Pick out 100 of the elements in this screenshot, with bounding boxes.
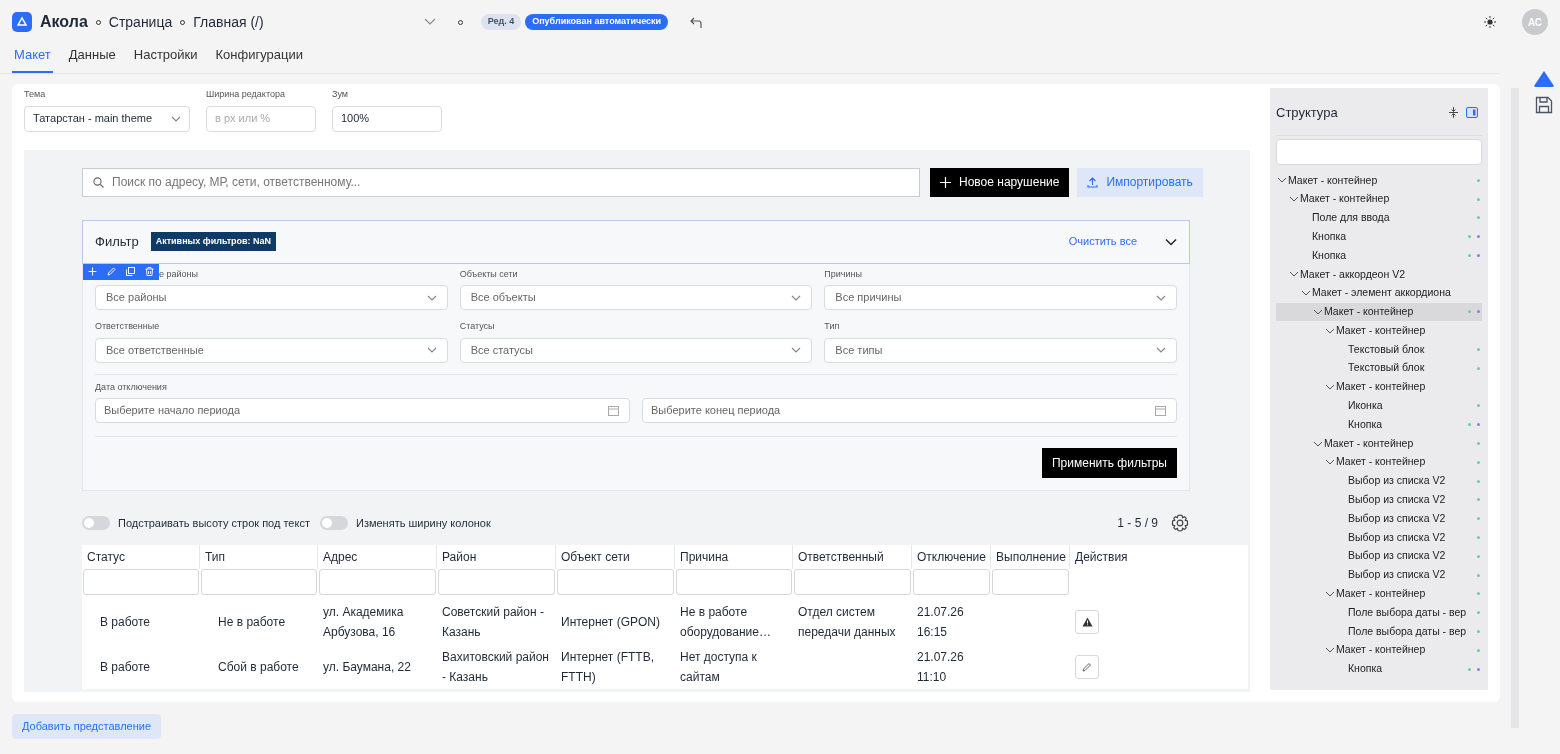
sun-icon[interactable]: [1484, 16, 1496, 28]
tree-item[interactable]: Макет - контейнер: [1276, 171, 1482, 190]
calendar-icon: [608, 405, 619, 416]
settings-icon[interactable]: [1170, 513, 1190, 533]
column-filter-field[interactable]: [438, 569, 555, 595]
tree-item[interactable]: Кнопка: [1276, 415, 1482, 435]
import-button[interactable]: Импортировать: [1077, 167, 1203, 197]
chevron-down-icon[interactable]: [1324, 589, 1336, 598]
chevron-down-icon[interactable]: [1288, 270, 1300, 279]
chevron-down-icon[interactable]: [1312, 307, 1324, 316]
chevron-down-icon[interactable]: [1276, 176, 1288, 185]
column-header[interactable]: Адрес: [318, 545, 437, 569]
action-button[interactable]: [1075, 609, 1099, 634]
chevron-down-icon[interactable]: [1288, 195, 1300, 204]
tree-item[interactable]: Текстовый блок: [1276, 340, 1482, 359]
tree-item[interactable]: Кнопка: [1276, 227, 1482, 247]
collapse-icon[interactable]: [1449, 107, 1458, 118]
tree-item[interactable]: Иконка: [1276, 396, 1482, 416]
toggle-switch[interactable]: [82, 516, 110, 530]
apply-button[interactable]: Применить фильтры: [1041, 448, 1177, 478]
column-header[interactable]: Ответственный: [793, 545, 912, 569]
plus-icon[interactable]: [88, 267, 97, 276]
tree-item[interactable]: Макет - контейнер: [1276, 321, 1482, 341]
search-field[interactable]: Поиск по адресу, МР, сети, ответственному...: [82, 167, 920, 197]
new-button[interactable]: Новое нарушение: [930, 167, 1070, 197]
logo-icon[interactable]: [12, 12, 32, 32]
breadcrumb-item[interactable]: Страница: [108, 11, 173, 33]
chevron-down-icon: [426, 294, 437, 301]
column-filter-field[interactable]: [794, 569, 911, 595]
column-filter-field[interactable]: [992, 569, 1069, 595]
chevron-down-icon[interactable]: [1324, 646, 1336, 655]
select-field[interactable]: Все объекты: [459, 285, 813, 310]
search-field[interactable]: [1276, 139, 1482, 165]
column-header[interactable]: Объект сети: [556, 545, 675, 569]
chevron-down-icon[interactable]: [1324, 383, 1336, 392]
clear-all-link[interactable]: Очистить все: [1062, 232, 1143, 251]
tree-item[interactable]: Макет - элемент аккордиона: [1276, 283, 1482, 303]
text-field[interactable]: 100%: [332, 105, 442, 132]
tree-item[interactable]: Кнопка: [1276, 246, 1482, 265]
tree-item[interactable]: Выбор из списка V2: [1276, 565, 1482, 585]
tree-item[interactable]: Выбор из списка V2: [1276, 546, 1482, 566]
tree-item[interactable]: Поле для ввода: [1276, 208, 1482, 228]
chevron-down-icon[interactable]: [1324, 458, 1336, 467]
tab[interactable]: Конфигурации: [213, 39, 305, 73]
tree-item[interactable]: Выбор из списка V2: [1276, 471, 1482, 491]
panel-icon[interactable]: [1466, 107, 1478, 118]
column-header[interactable]: Район: [437, 545, 556, 569]
date-field[interactable]: Выберите начало периода: [95, 398, 630, 423]
table-cell: В работе: [100, 614, 150, 629]
date-field[interactable]: Выберите конец периода: [642, 398, 1177, 423]
field-label: е районы: [159, 267, 199, 281]
column-filter-field[interactable]: [557, 569, 674, 595]
tree-item[interactable]: Текстовый блок: [1276, 358, 1482, 378]
column-header[interactable]: Выполнение: [991, 545, 1070, 569]
chevron-down-icon[interactable]: [1312, 439, 1324, 448]
tree-item[interactable]: Макет - контейнер: [1276, 377, 1482, 397]
tree-item[interactable]: Макет - контейнер: [1276, 189, 1482, 209]
column-filter-field[interactable]: [201, 569, 317, 595]
column-header[interactable]: Тип: [200, 545, 318, 569]
tree-item[interactable]: Макет - контейнер: [1276, 302, 1482, 322]
field-label: Тема: [24, 88, 47, 101]
triangle-icon[interactable]: [1532, 70, 1555, 88]
tree-item[interactable]: Макет - аккордеон V2: [1276, 265, 1482, 284]
breadcrumb-item[interactable]: Главная (/): [193, 11, 264, 33]
column-filter-field[interactable]: [913, 569, 990, 595]
pencil-icon[interactable]: [107, 267, 116, 276]
trash-icon[interactable]: [145, 267, 154, 276]
tab[interactable]: Макет: [12, 39, 53, 73]
chevron-down-icon[interactable]: [1300, 289, 1312, 298]
column-header[interactable]: Действия: [1070, 545, 1248, 569]
tab[interactable]: Настройки: [131, 39, 200, 73]
tree-item[interactable]: Кнопка: [1276, 659, 1482, 679]
tree-item[interactable]: Макет - контейнер: [1276, 434, 1482, 453]
tree-item[interactable]: Поле выбора даты - вер: [1276, 622, 1482, 641]
copy-icon[interactable]: [126, 267, 135, 276]
select-field[interactable]: Все районы: [95, 285, 448, 310]
toggle-switch[interactable]: [319, 516, 348, 530]
select-field[interactable]: Все типы: [824, 337, 1177, 363]
tree-item[interactable]: Выбор из списка V2: [1276, 509, 1482, 529]
save-icon[interactable]: [1534, 96, 1553, 114]
column-filter-field[interactable]: [319, 569, 436, 595]
column-header[interactable]: Причина: [675, 545, 793, 569]
tree-item[interactable]: Выбор из списка V2: [1276, 528, 1482, 547]
chevron-down-icon[interactable]: [1324, 326, 1336, 335]
select-field[interactable]: Все ответственные: [95, 337, 448, 363]
tree-item[interactable]: Макет - контейнер: [1276, 452, 1482, 472]
column-header[interactable]: Отключение: [912, 545, 991, 569]
column-header[interactable]: Статус: [82, 545, 200, 569]
undo-icon[interactable]: [690, 16, 703, 28]
select-field[interactable]: Все статусы: [459, 337, 813, 363]
tree-item[interactable]: Макет - контейнер: [1276, 640, 1482, 660]
add-view-button[interactable]: Добавить представление: [12, 714, 162, 739]
tree-item[interactable]: Выбор из списка V2: [1276, 490, 1482, 510]
select-field[interactable]: Все причины: [824, 285, 1177, 310]
column-filter-field[interactable]: [83, 569, 199, 595]
column-filter-field[interactable]: [676, 569, 792, 595]
tree-item[interactable]: Поле выбора даты - вер: [1276, 603, 1482, 623]
tree-item[interactable]: Макет - контейнер: [1276, 584, 1482, 604]
theme-select[interactable]: Татарстан - main theme: [24, 105, 190, 132]
tab[interactable]: Данные: [66, 39, 118, 73]
